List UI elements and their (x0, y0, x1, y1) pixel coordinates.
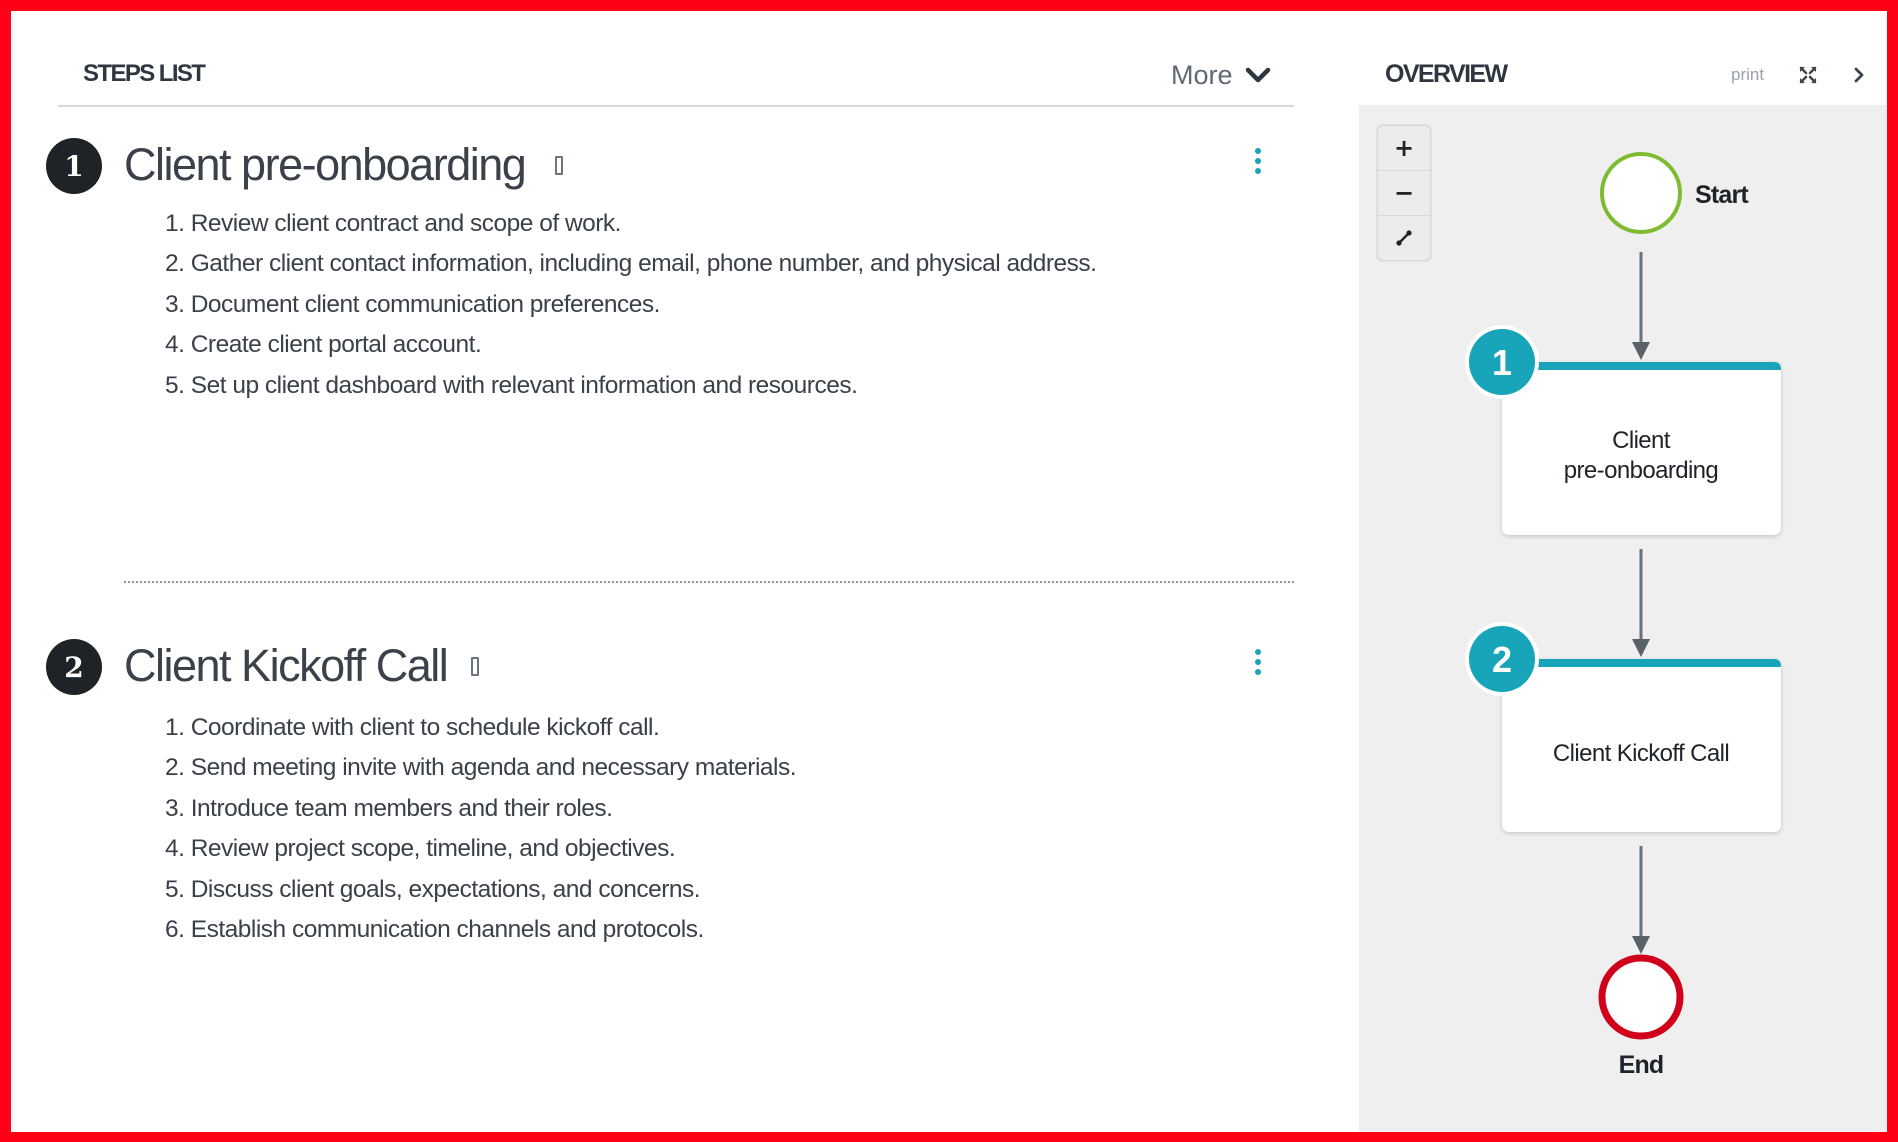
end-label: End (1619, 1051, 1664, 1079)
zoom-in-button[interactable]: + (1378, 126, 1430, 171)
flow-node-step-1[interactable]: Client pre-onboarding 1 (1465, 325, 1781, 535)
process-flow-diagram: Start Client pre-onboarding 1 Client Kic… (1465, 152, 1781, 1079)
more-label: More (1171, 59, 1233, 90)
list-item: 1. Review client contract and scope of w… (165, 210, 621, 237)
step-menu-kebab-icon[interactable] (1253, 148, 1263, 174)
more-button[interactable]: More (1171, 59, 1271, 91)
header-divider (58, 105, 1294, 107)
expand-arrows-icon[interactable] (1798, 65, 1818, 85)
fit-to-screen-icon (1396, 230, 1412, 246)
list-item: 4. Review project scope, timeline, and o… (165, 835, 676, 863)
list-item: 2. Send meeting invite with agenda and n… (165, 754, 797, 782)
start-label: Start (1695, 181, 1749, 209)
connector-step1-to-step2 (1632, 549, 1650, 657)
missing-glyph-icon (471, 656, 480, 676)
node-label: Client (1612, 427, 1671, 454)
step-checklist: 1. Review client contract and scope of w… (165, 204, 1097, 406)
step-number-badge: 1 (46, 138, 102, 194)
step-title[interactable]: Client Kickoff Call (124, 638, 480, 694)
list-item: 5. Discuss client goals, expectations, a… (165, 875, 701, 903)
app-frame: STEPS LIST More 1 Client pre-onboarding … (11, 11, 1887, 1132)
steps-list-title: STEPS LIST (83, 60, 206, 87)
step-number-badge: 2 (46, 639, 102, 695)
process-overview-canvas[interactable]: Start Client pre-onboarding 1 Client Kic… (1359, 105, 1887, 1132)
step-separator (124, 581, 1294, 583)
arrow-head-icon (1632, 639, 1650, 657)
node-number: 1 (1492, 342, 1512, 383)
step-title-text: Client pre-onboarding (124, 139, 527, 190)
end-event[interactable] (1598, 954, 1684, 1040)
list-item: 2. Gather client contact information, in… (165, 250, 1097, 278)
step-checklist: 1. Coordinate with client to schedule ki… (165, 708, 797, 950)
chevron-right-icon[interactable] (1851, 65, 1867, 85)
node-label: pre-onboarding (1564, 457, 1718, 484)
arrow-head-icon (1632, 936, 1650, 954)
fit-to-screen-button[interactable] (1378, 216, 1430, 260)
connector-start-to-step1 (1632, 252, 1650, 360)
list-item: 4. Create client portal account. (165, 331, 482, 359)
list-item: 1. Coordinate with client to schedule ki… (165, 714, 660, 741)
list-item: 3. Document client communication prefere… (165, 290, 660, 318)
node-number: 2 (1492, 639, 1512, 680)
start-event[interactable] (1600, 152, 1682, 234)
zoom-out-button[interactable]: − (1378, 171, 1430, 216)
connector-step2-to-end (1632, 846, 1650, 954)
step-title[interactable]: Client pre-onboarding (124, 137, 564, 193)
flow-node-step-2[interactable]: Client Kickoff Call 2 (1465, 622, 1781, 832)
overview-title: OVERVIEW (1385, 60, 1508, 88)
arrow-head-icon (1632, 342, 1650, 360)
missing-glyph-icon (555, 155, 564, 175)
list-item: 6. Establish communication channels and … (165, 915, 704, 943)
step-menu-kebab-icon[interactable] (1253, 649, 1263, 675)
print-link[interactable]: print (1731, 65, 1764, 85)
zoom-controls: + − (1378, 126, 1430, 260)
step-title-text: Client Kickoff Call (124, 640, 449, 691)
list-item: 3. Introduce team members and their role… (165, 794, 613, 822)
chevron-down-icon (1245, 67, 1270, 83)
list-item: 5. Set up client dashboard with relevant… (165, 371, 858, 399)
node-label: Client Kickoff Call (1553, 740, 1729, 767)
